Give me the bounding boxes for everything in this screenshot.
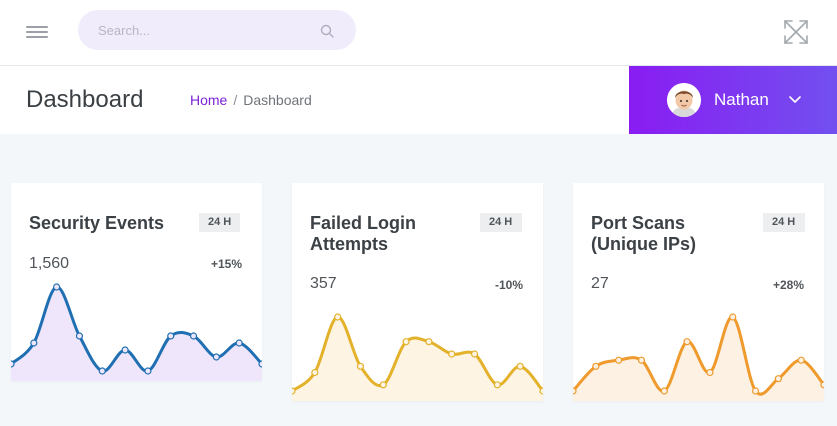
sparkline-point: [167, 332, 175, 340]
breadcrumb: Home / Dashboard: [190, 92, 312, 108]
time-range-badge: 24 H: [763, 213, 805, 232]
search-bar: [78, 10, 356, 50]
sparkline-point: [334, 313, 342, 321]
card-title: Failed Login Attempts: [310, 213, 416, 254]
sparkline-point: [448, 350, 456, 358]
sparkline-point: [592, 362, 600, 370]
sparkline-point: [235, 339, 243, 347]
delta-percentage: -10%: [494, 278, 523, 292]
metric-value: 1,560: [29, 255, 70, 272]
sparkline-point: [470, 350, 479, 358]
user-name: Nathan: [714, 90, 769, 109]
sparkline-point: [706, 368, 714, 377]
fullscreen-icon[interactable]: [783, 19, 809, 45]
sparkline-chart: [573, 313, 824, 401]
delta-percentage: +28%: [772, 278, 804, 292]
avatar-icon: [667, 83, 701, 117]
metric-value: 357: [310, 275, 337, 292]
sparkline-point: [493, 381, 501, 389]
delta-percentage: +15%: [210, 257, 242, 271]
sparkline-point: [212, 353, 220, 361]
time-range-badge: 24 H: [480, 213, 522, 232]
search-icon[interactable]: [320, 24, 334, 38]
metric-value: 27: [591, 275, 609, 292]
sparkline-point: [11, 360, 15, 368]
sparkline-point: [637, 356, 646, 364]
sparkline-point: [189, 332, 198, 340]
security-events-card: Security Events 24 H 1,560 +15%: [11, 183, 262, 381]
sparkline-point: [53, 283, 61, 291]
sparkline-point: [729, 313, 737, 321]
sparkline-point: [356, 362, 365, 370]
sparkline-point: [751, 387, 760, 395]
hamburger-menu-icon[interactable]: [26, 23, 48, 41]
sparkline-point: [144, 367, 152, 375]
sparkline-point: [292, 387, 296, 395]
sparkline-point: [425, 338, 433, 346]
sparkline-point: [539, 387, 543, 395]
breadcrumb-home-link[interactable]: Home: [190, 92, 227, 108]
sparkline-chart: [11, 283, 262, 381]
card-title: Port Scans (Unique IPs): [591, 213, 697, 254]
sparkline-point: [516, 362, 524, 370]
time-range-badge: 24 H: [199, 213, 241, 232]
sparkline-chart: [292, 313, 543, 401]
user-menu[interactable]: Nathan: [629, 66, 837, 134]
sparkline-point: [311, 368, 319, 377]
chevron-down-icon: [789, 96, 801, 103]
page-title: Dashboard: [26, 86, 144, 113]
sparkline-point: [98, 367, 106, 375]
sparkline-point: [797, 356, 805, 364]
search-input[interactable]: [98, 10, 308, 50]
sparkline-point: [820, 381, 824, 389]
sparkline-point: [75, 332, 84, 340]
breadcrumb-current: Dashboard: [243, 92, 312, 108]
sparkline-point: [402, 338, 410, 346]
sparkline-point: [615, 356, 623, 364]
sparkline-point: [660, 387, 668, 395]
sparkline-point: [258, 360, 262, 368]
sparkline-point: [573, 387, 577, 395]
sparkline-point: [379, 381, 387, 389]
sparkline-point: [30, 339, 38, 347]
sparkline-point: [121, 346, 129, 354]
sparkline-point: [683, 338, 691, 346]
top-bar: [0, 0, 837, 66]
port-scans-card: Port Scans (Unique IPs) 24 H 27 +28%: [573, 183, 824, 401]
breadcrumb-separator: /: [233, 92, 238, 108]
failed-login-card: Failed Login Attempts 24 H 357 -10%: [292, 183, 543, 401]
card-title: Security Events: [29, 213, 165, 233]
sparkline-point: [774, 375, 782, 383]
